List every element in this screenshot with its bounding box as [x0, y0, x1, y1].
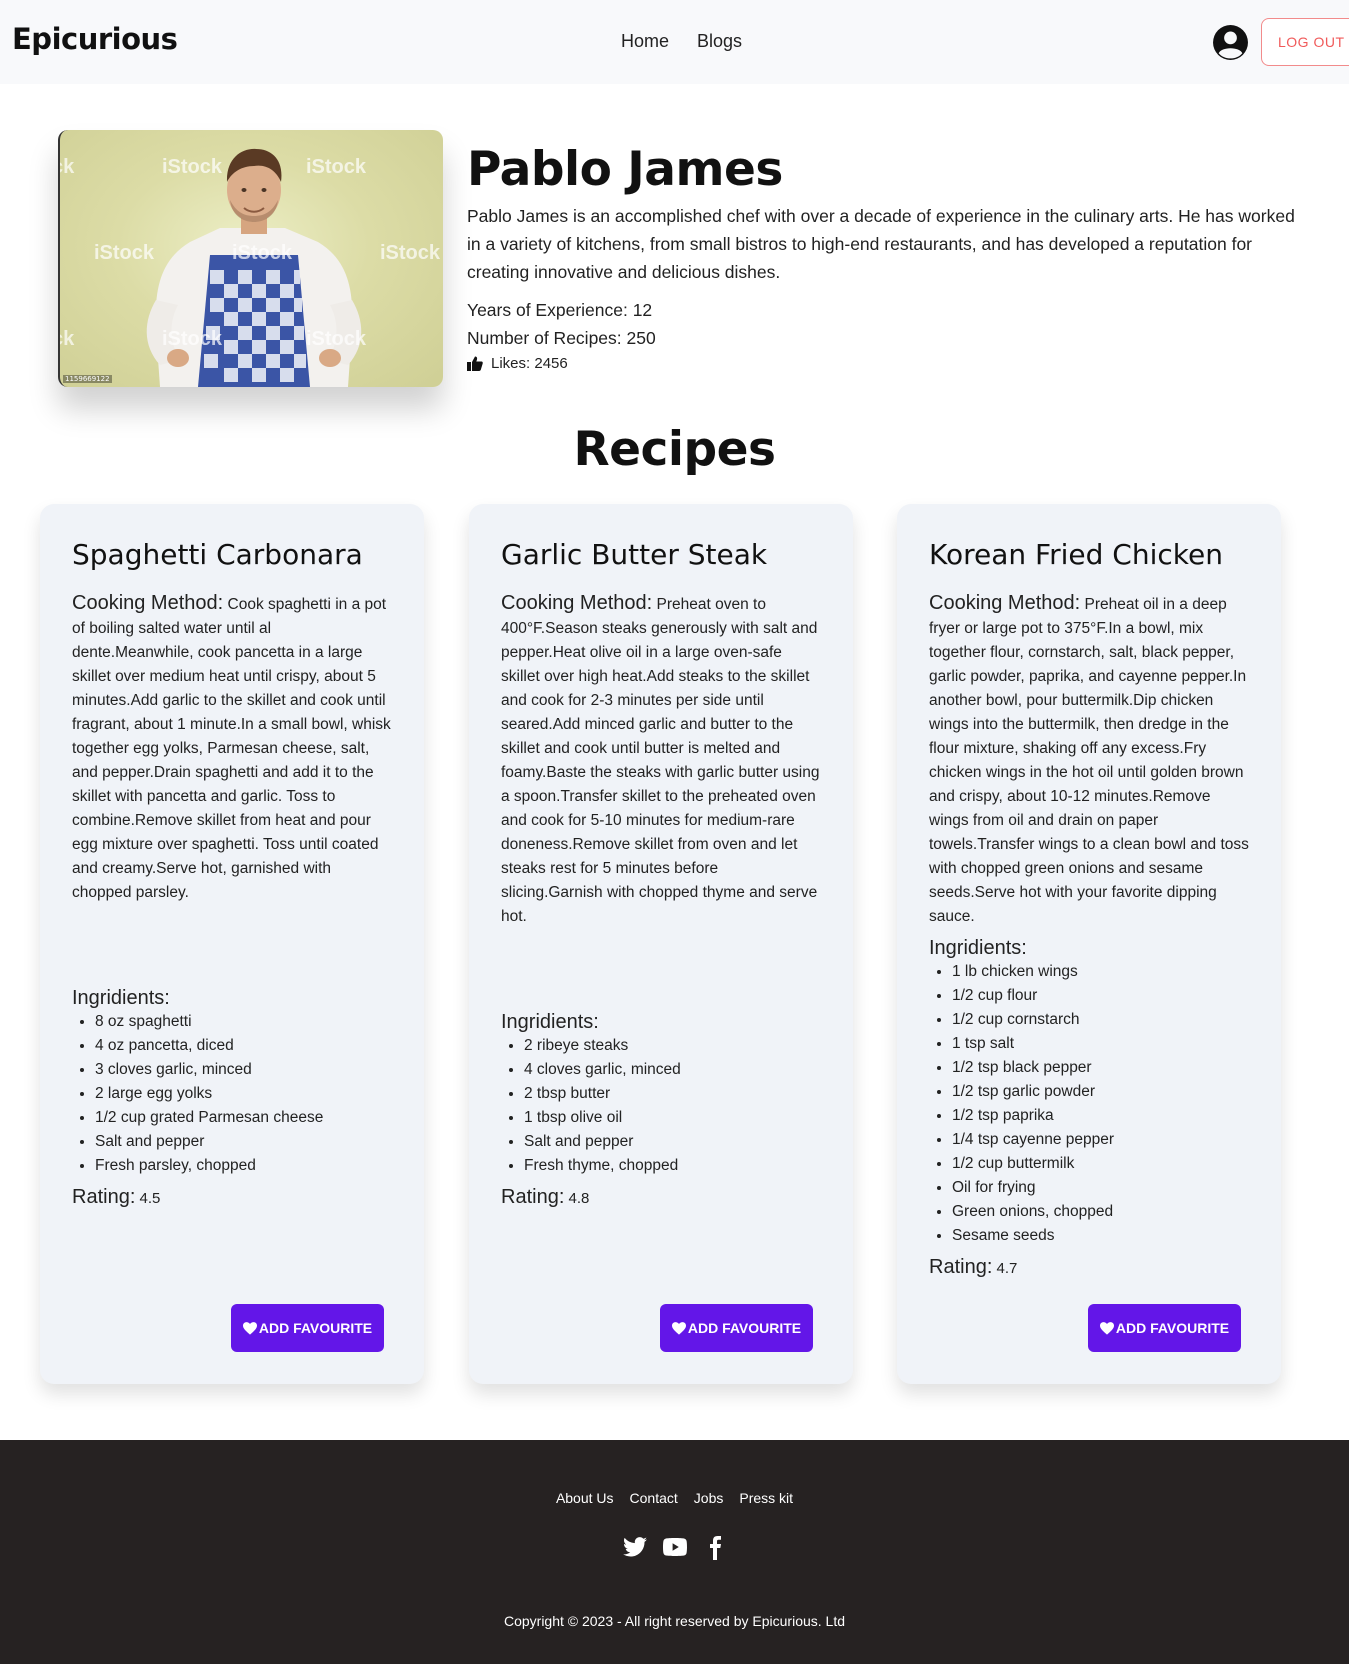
brand-logo[interactable]: Epicurious [12, 22, 178, 56]
footer: About Us Contact Jobs Press kit Copyrigh… [0, 1440, 1349, 1664]
list-item: 1/2 tsp paprika [952, 1104, 1249, 1128]
recipe-card: Korean Fried Chicken Cooking Method: Pre… [897, 504, 1281, 1384]
recipe-title: Garlic Butter Steak [501, 538, 768, 571]
rating-label: Rating: [72, 1186, 136, 1208]
heart-icon [671, 1321, 686, 1335]
likes-row: Likes: 2456 [467, 355, 568, 372]
years-of-experience: Years of Experience: 12 [467, 300, 653, 320]
cooking-method-text: Preheat oven to 400°F.Season steaks gene… [501, 596, 820, 925]
list-item: Salt and pepper [524, 1130, 821, 1154]
twitter-icon[interactable] [622, 1536, 647, 1565]
ingredients-list: 8 oz spaghetti 4 oz pancetta, diced 3 cl… [72, 1010, 392, 1178]
number-of-recipes: Number of Recipes: 250 [467, 328, 656, 348]
rating-value: 4.5 [139, 1190, 161, 1207]
list-item: 3 cloves garlic, minced [95, 1058, 392, 1082]
ingredients-list: 1 lb chicken wings 1/2 cup flour 1/2 cup… [929, 960, 1249, 1248]
add-favourite-button[interactable]: ADD FAVOURITE [660, 1304, 813, 1352]
recipe-card: Spaghetti Carbonara Cooking Method: Cook… [40, 504, 424, 1384]
list-item: 2 ribeye steaks [524, 1034, 821, 1058]
list-item: 1 tsp salt [952, 1032, 1249, 1056]
photo-id: 1159669122 [63, 375, 112, 383]
cooking-method-label: Cooking Method: [501, 592, 653, 614]
add-favourite-label: ADD FAVOURITE [258, 1320, 373, 1336]
chef-name: Pablo James [467, 142, 783, 197]
chef-profile: ck iStock iStock iStock iStock iStock ck… [0, 84, 1349, 414]
ingredients-label: Ingridients: [929, 937, 1027, 959]
list-item: 2 large egg yolks [95, 1082, 392, 1106]
list-item: Oil for frying [952, 1176, 1249, 1200]
rating: Rating: 4.5 [72, 1186, 392, 1209]
list-item: 1 lb chicken wings [952, 960, 1249, 984]
add-favourite-label: ADD FAVOURITE [687, 1320, 802, 1336]
cooking-method: Cooking Method: Preheat oil in a deep fr… [929, 591, 1249, 929]
footer-links: About Us Contact Jobs Press kit [0, 1490, 1349, 1506]
copyright: Copyright © 2023 - All right reserved by… [503, 1613, 846, 1629]
facebook-icon[interactable] [703, 1536, 727, 1565]
rating-label: Rating: [929, 1256, 993, 1278]
list-item: 1/2 tsp black pepper [952, 1056, 1249, 1080]
list-item: 2 tbsp butter [524, 1082, 821, 1106]
cooking-method-text: Preheat oil in a deep fryer or large pot… [929, 596, 1249, 925]
ingredients-label: Ingridients: [72, 987, 170, 1009]
list-item: 1/2 cup grated Parmesan cheese [95, 1106, 392, 1130]
list-item: 1/2 cup buttermilk [952, 1152, 1249, 1176]
recipes-heading: Recipes [573, 422, 776, 477]
list-item: Fresh thyme, chopped [524, 1154, 821, 1178]
nav-link-blogs[interactable]: Blogs [697, 31, 742, 52]
list-item: Sesame seeds [952, 1224, 1249, 1248]
list-item: 1/2 cup flour [952, 984, 1249, 1008]
chef-bio: Pablo James is an accomplished chef with… [467, 206, 1295, 282]
cooking-method-label: Cooking Method: [929, 592, 1081, 614]
nav-link-home[interactable]: Home [621, 31, 669, 52]
social-links [0, 1536, 1349, 1565]
rating-label: Rating: [501, 1186, 565, 1208]
heart-icon [1099, 1321, 1114, 1335]
user-avatar-icon[interactable] [1212, 24, 1249, 61]
cooking-method-text: Cook spaghetti in a pot of boiling salte… [72, 596, 391, 901]
recipe-title: Korean Fried Chicken [929, 538, 1223, 571]
ingredients-label: Ingridients: [501, 1011, 599, 1033]
recipe-cards: Spaghetti Carbonara Cooking Method: Cook… [0, 504, 1349, 1384]
likes-count: Likes: 2456 [491, 355, 568, 372]
ingredients-list: 2 ribeye steaks 4 cloves garlic, minced … [501, 1034, 821, 1178]
list-item: Green onions, chopped [952, 1200, 1249, 1224]
rating-value: 4.8 [568, 1190, 590, 1207]
rating: Rating: 4.7 [929, 1256, 1249, 1279]
list-item: 8 oz spaghetti [95, 1010, 392, 1034]
nav-links: Home Blogs [621, 31, 742, 52]
list-item: 4 oz pancetta, diced [95, 1034, 392, 1058]
footer-link-about[interactable]: About Us [556, 1490, 614, 1506]
recipe-title: Spaghetti Carbonara [72, 538, 363, 571]
thumbs-up-icon[interactable] [467, 356, 483, 371]
navbar: Epicurious Home Blogs LOG OUT [0, 0, 1349, 84]
footer-link-contact[interactable]: Contact [630, 1490, 678, 1506]
list-item: 1/2 tsp garlic powder [952, 1080, 1249, 1104]
rating: Rating: 4.8 [501, 1186, 821, 1209]
list-item: 1/2 cup cornstarch [952, 1008, 1249, 1032]
add-favourite-button[interactable]: ADD FAVOURITE [1088, 1304, 1241, 1352]
rating-value: 4.7 [996, 1260, 1018, 1277]
add-favourite-button[interactable]: ADD FAVOURITE [231, 1304, 384, 1352]
recipe-card: Garlic Butter Steak Cooking Method: Preh… [469, 504, 853, 1384]
heart-icon [242, 1321, 257, 1335]
cooking-method-label: Cooking Method: [72, 592, 224, 614]
cooking-method: Cooking Method: Preheat oven to 400°F.Se… [501, 591, 821, 929]
footer-link-press-kit[interactable]: Press kit [739, 1490, 793, 1506]
cooking-method: Cooking Method: Cook spaghetti in a pot … [72, 591, 392, 905]
list-item: Salt and pepper [95, 1130, 392, 1154]
chef-photo: ck iStock iStock iStock iStock iStock ck… [58, 130, 443, 387]
add-favourite-label: ADD FAVOURITE [1115, 1320, 1230, 1336]
logout-button[interactable]: LOG OUT [1261, 18, 1349, 66]
list-item: 4 cloves garlic, minced [524, 1058, 821, 1082]
list-item: Fresh parsley, chopped [95, 1154, 392, 1178]
list-item: 1 tbsp olive oil [524, 1106, 821, 1130]
list-item: 1/4 tsp cayenne pepper [952, 1128, 1249, 1152]
footer-link-jobs[interactable]: Jobs [694, 1490, 724, 1506]
youtube-icon[interactable] [662, 1536, 687, 1565]
